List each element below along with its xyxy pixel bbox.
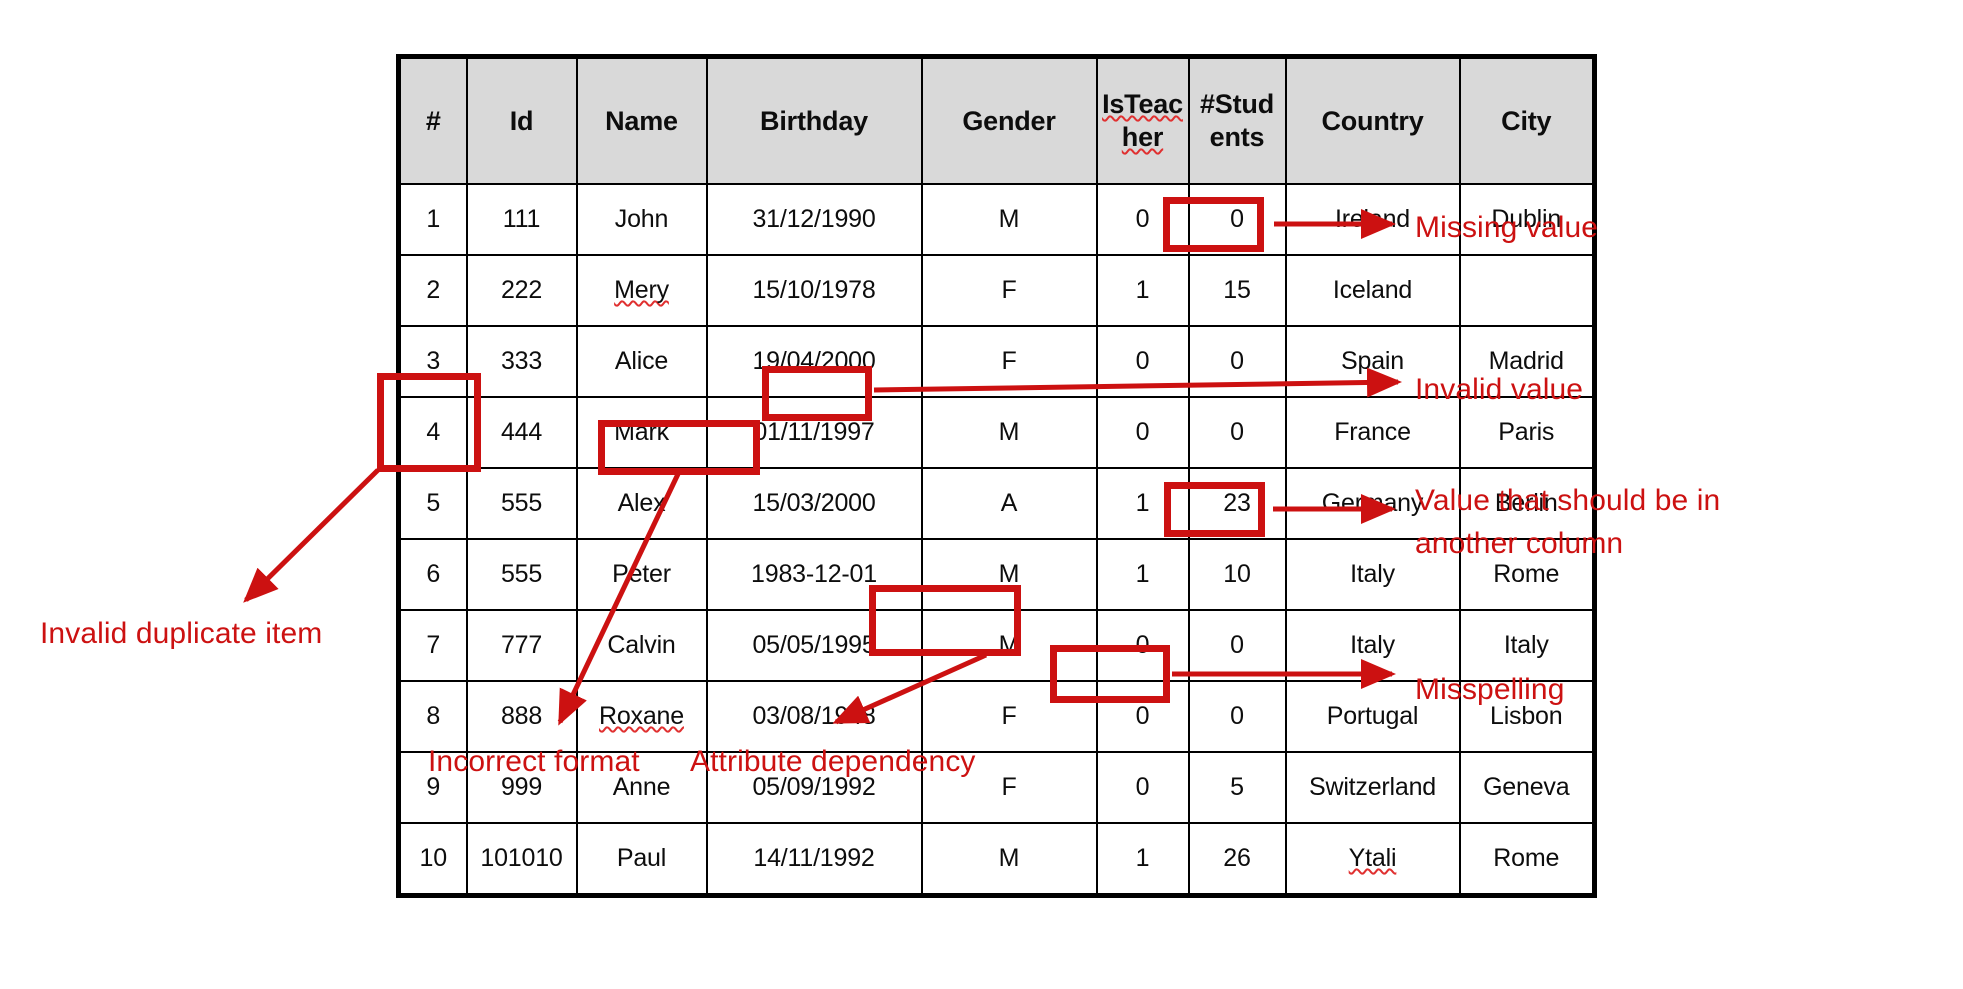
cell-gender: M xyxy=(920,609,1098,682)
column-header-name: Name xyxy=(575,55,708,185)
column-header-id: Id xyxy=(465,55,578,185)
cell-gender: F xyxy=(920,254,1098,327)
cell-name: Alex xyxy=(575,467,708,540)
cell-birthday: 31/12/1990 xyxy=(705,183,923,256)
cell-birthday: 19/04/2000 xyxy=(705,325,923,398)
cell-isteacher: 0 xyxy=(1095,680,1190,753)
cell-country: Iceland xyxy=(1284,254,1461,327)
cell-isteacher: 0 xyxy=(1095,183,1190,256)
table-row: 2 222 Mery 15/10/1978 F 1 15 Iceland xyxy=(397,254,1596,327)
cell-isteacher: 1 xyxy=(1095,822,1190,897)
cell-name: Alice xyxy=(575,325,708,398)
cell-gender: F xyxy=(920,325,1098,398)
column-header-country: Country xyxy=(1284,55,1461,185)
cell-gender: M xyxy=(920,822,1098,897)
column-header-gender: Gender xyxy=(920,55,1098,185)
cell-num: 7 xyxy=(397,609,468,682)
cell-isteacher: 1 xyxy=(1095,467,1190,540)
cell-numstudents: 23 xyxy=(1187,467,1287,540)
table-header-row: # Id Name Birthday Gender IsTeac her #St… xyxy=(397,55,1596,185)
column-header-numstudents: #Stud ents xyxy=(1187,55,1287,185)
cell-gender: M xyxy=(920,538,1098,611)
cell-birthday: 15/03/2000 xyxy=(705,467,923,540)
cell-gender: M xyxy=(920,183,1098,256)
cell-isteacher: 0 xyxy=(1095,325,1190,398)
cell-numstudents: 0 xyxy=(1187,609,1287,682)
cell-id: 222 xyxy=(465,254,578,327)
cell-num: 2 xyxy=(397,254,468,327)
cell-birthday: 1983-12-01 xyxy=(705,538,923,611)
cell-birthday: 14/11/1992 xyxy=(705,822,923,897)
cell-name: Peter xyxy=(575,538,708,611)
cell-id: 101010 xyxy=(465,822,578,897)
cell-id: 444 xyxy=(465,396,578,469)
annotation-label-misspelling: Misspelling xyxy=(1415,673,1565,706)
column-header-birthday: Birthday xyxy=(705,55,923,185)
cell-country: Ytali xyxy=(1284,822,1461,897)
table-row: 10 101010 Paul 14/11/1992 M 1 26 Ytali R… xyxy=(397,822,1596,897)
column-header-city: City xyxy=(1458,55,1596,185)
column-header-isteacher: IsTeac her xyxy=(1095,55,1190,185)
cell-numstudents: 0 xyxy=(1187,396,1287,469)
cell-isteacher: 0 xyxy=(1095,396,1190,469)
annotation-label-invalid-value: Invalid value xyxy=(1415,373,1584,406)
cell-name: Mark xyxy=(575,396,708,469)
cell-birthday: 01/11/1997 xyxy=(705,396,923,469)
cell-numstudents: 0 xyxy=(1187,183,1287,256)
cell-gender: A xyxy=(920,467,1098,540)
annotation-label-attribute-dependency: Attribute dependency xyxy=(690,745,976,778)
cell-num: 6 xyxy=(397,538,468,611)
cell-numstudents: 15 xyxy=(1187,254,1287,327)
cell-id: 777 xyxy=(465,609,578,682)
cell-city xyxy=(1458,254,1596,327)
cell-id: 555 xyxy=(465,467,578,540)
cell-isteacher: 0 xyxy=(1095,609,1190,682)
cell-city: Rome xyxy=(1458,822,1596,897)
annotation-label-invalid-duplicate: Invalid duplicate item xyxy=(40,617,323,650)
cell-isteacher: 1 xyxy=(1095,254,1190,327)
cell-name: Mery xyxy=(575,254,708,327)
cell-id: 333 xyxy=(465,325,578,398)
cell-gender: M xyxy=(920,396,1098,469)
cell-id: 555 xyxy=(465,538,578,611)
cell-numstudents: 0 xyxy=(1187,680,1287,753)
cell-birthday: 05/05/1995 xyxy=(705,609,923,682)
cell-num: 4 xyxy=(397,396,468,469)
annotation-label-missing-value: Missing value xyxy=(1415,211,1599,244)
cell-numstudents: 0 xyxy=(1187,325,1287,398)
column-header-num: # xyxy=(397,55,468,185)
cell-numstudents: 10 xyxy=(1187,538,1287,611)
cell-numstudents: 26 xyxy=(1187,822,1287,897)
cell-name: Calvin xyxy=(575,609,708,682)
cell-name: Paul xyxy=(575,822,708,897)
cell-birthday: 15/10/1978 xyxy=(705,254,923,327)
cell-isteacher: 0 xyxy=(1095,751,1190,824)
cell-id: 111 xyxy=(465,183,578,256)
cell-city: Geneva xyxy=(1458,751,1596,824)
cell-num: 10 xyxy=(397,822,468,897)
cell-name: John xyxy=(575,183,708,256)
cell-isteacher: 1 xyxy=(1095,538,1190,611)
annotation-label-incorrect-format: Incorrect format xyxy=(428,745,640,778)
cell-num: 1 xyxy=(397,183,468,256)
annotation-label-should-be-other-column: Value that should be in another column xyxy=(1415,484,1721,560)
cell-country: Switzerland xyxy=(1284,751,1461,824)
cell-num: 5 xyxy=(397,467,468,540)
cell-numstudents: 5 xyxy=(1187,751,1287,824)
arrow-invalid-duplicate xyxy=(243,468,380,603)
cell-num: 3 xyxy=(397,325,468,398)
